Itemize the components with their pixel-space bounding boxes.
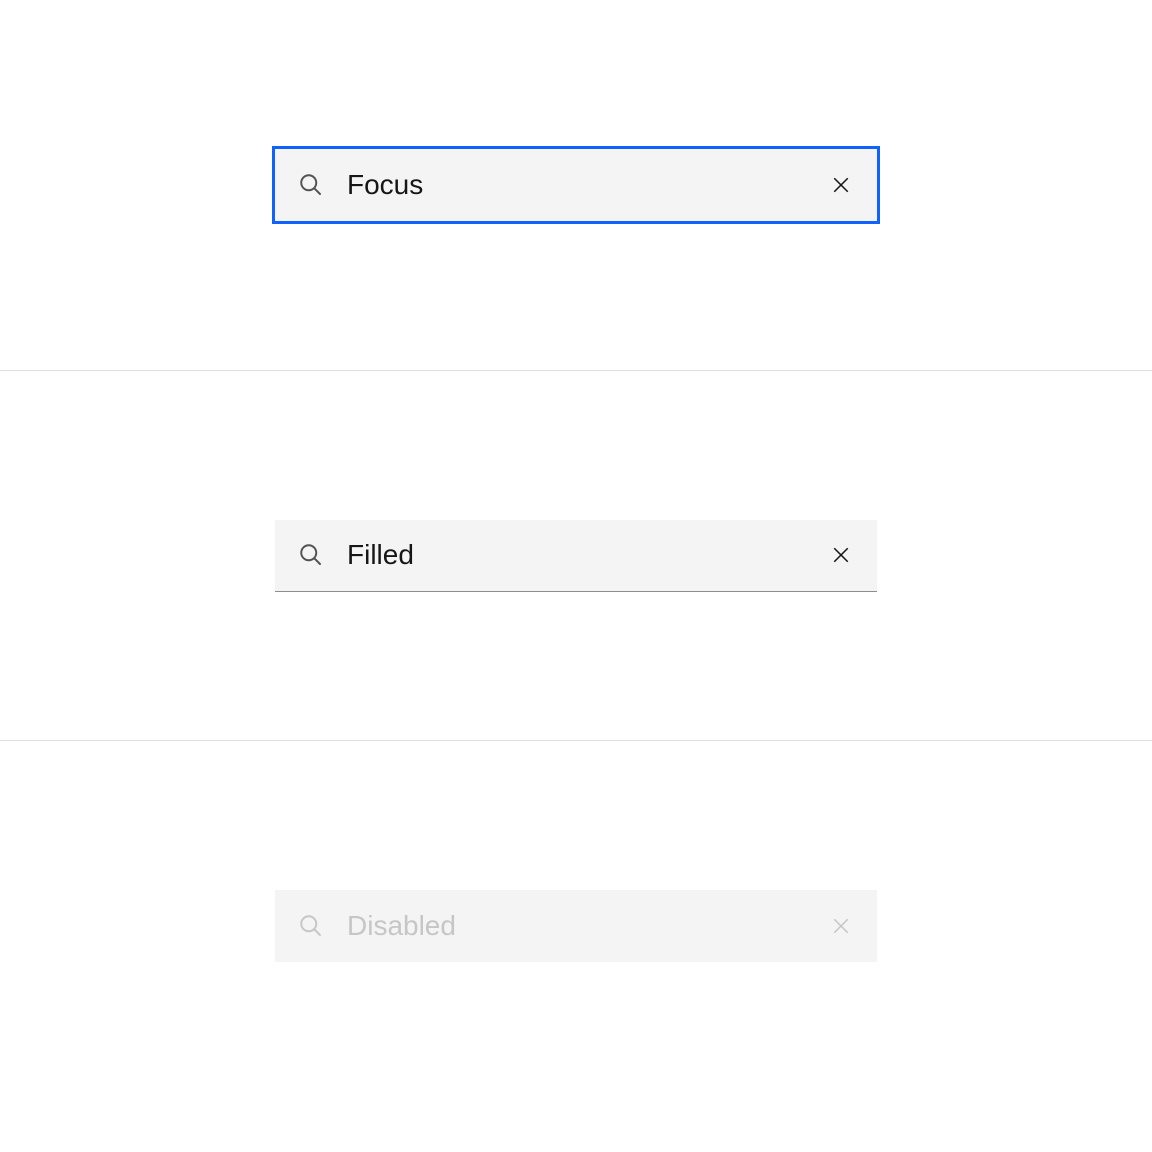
search-icon xyxy=(275,519,347,591)
search-field-disabled xyxy=(275,890,877,962)
search-field-filled[interactable] xyxy=(275,520,877,592)
search-input-focus[interactable] xyxy=(347,149,805,221)
search-input-disabled xyxy=(347,890,805,962)
search-input-filled[interactable] xyxy=(347,520,805,591)
search-state-filled xyxy=(0,370,1152,740)
clear-button-filled[interactable] xyxy=(805,519,877,591)
close-icon xyxy=(832,176,850,194)
search-icon xyxy=(275,149,347,221)
search-state-focus xyxy=(0,0,1152,370)
search-icon xyxy=(275,890,347,962)
search-field-focus[interactable] xyxy=(275,149,877,221)
clear-button-disabled xyxy=(805,890,877,962)
close-icon xyxy=(832,917,850,935)
search-state-disabled xyxy=(0,740,1152,1110)
clear-button-focus[interactable] xyxy=(805,149,877,221)
close-icon xyxy=(832,546,850,564)
